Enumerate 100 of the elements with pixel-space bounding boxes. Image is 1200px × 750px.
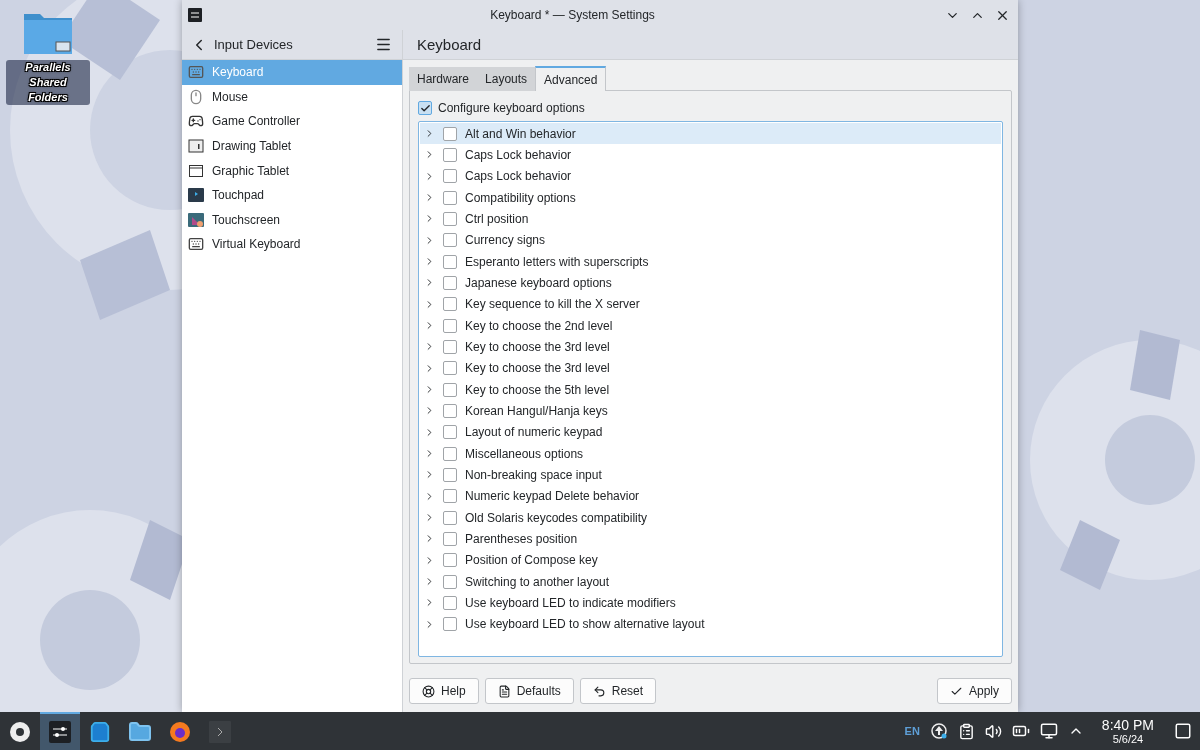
folder-icon[interactable] <box>128 720 152 744</box>
tree-row[interactable]: Use keyboard LED to show alternative layout <box>420 613 1001 635</box>
tree-row[interactable]: Position of Compose key <box>420 549 1001 571</box>
mouse-icon <box>188 88 204 105</box>
checkbox[interactable] <box>443 574 457 589</box>
sidebar-item[interactable]: Graphic Tablet <box>182 158 402 183</box>
option-label: Key to choose the 2nd level <box>465 318 613 333</box>
sidebar-item[interactable]: Mouse <box>182 84 402 110</box>
checkbox[interactable] <box>443 403 457 418</box>
option-label: Miscellaneous options <box>465 446 584 461</box>
tree-row[interactable]: Korean Hangul/Hanja keys <box>420 400 1001 422</box>
option-label: Compatibility options <box>465 190 576 205</box>
checkbox[interactable] <box>443 339 457 354</box>
option-label: Switching to another layout <box>465 574 610 589</box>
tree-row[interactable]: Miscellaneous options <box>420 442 1001 465</box>
tree-row[interactable]: Compatibility options <box>420 187 1001 209</box>
option-label: Use keyboard LED to show alternative layout <box>465 617 705 632</box>
tree-row[interactable]: Parentheses position <box>420 528 1001 550</box>
checkbox[interactable] <box>443 318 457 333</box>
checkbox[interactable] <box>443 361 457 376</box>
checkbox[interactable] <box>443 510 457 525</box>
checkbox[interactable] <box>443 297 457 312</box>
checkbox[interactable] <box>443 233 457 248</box>
sidebar-item[interactable]: Drawing Tablet <box>182 133 402 159</box>
sidebar-item[interactable]: Virtual Keyboard <box>182 232 402 257</box>
checkbox[interactable] <box>443 553 457 568</box>
apply-button[interactable]: Apply <box>936 678 1012 704</box>
checkbox[interactable] <box>443 446 457 461</box>
update-icon[interactable] <box>929 722 948 740</box>
checkbox[interactable] <box>443 126 457 141</box>
checkbox[interactable] <box>418 101 432 115</box>
tree-row[interactable]: Key to choose the 3rd level <box>420 336 1001 358</box>
tree-row[interactable]: Non-breaking space input <box>420 464 1001 486</box>
tree-row[interactable]: Currency signs <box>420 229 1001 251</box>
checkbox[interactable] <box>443 211 457 226</box>
keyboard-icon <box>188 64 204 81</box>
checkbox[interactable] <box>443 148 457 162</box>
option-label: Layout of numeric keypad <box>465 425 603 440</box>
option-label: Japanese keyboard options <box>465 275 612 290</box>
tablet-icon <box>188 138 204 155</box>
tree-row[interactable]: Key to choose the 2nd level <box>420 314 1001 337</box>
option-label: Alt and Win behavior <box>465 126 576 141</box>
option-label: Key sequence to kill the X server <box>465 297 640 312</box>
help-button[interactable]: Help <box>409 678 479 704</box>
tree-row[interactable]: Caps Lock behavior <box>420 165 1001 187</box>
tablet-icon <box>188 162 204 179</box>
undo-icon <box>592 684 606 698</box>
checkbox[interactable] <box>443 467 457 482</box>
sidebar-item[interactable]: Touchscreen <box>182 207 402 233</box>
volume-icon[interactable] <box>984 722 1002 740</box>
network-icon[interactable] <box>1039 722 1058 740</box>
tree-row[interactable]: Esperanto letters with superscripts <box>420 250 1001 273</box>
show-desktop-icon[interactable] <box>1174 722 1192 740</box>
clock[interactable]: 8:40 PM 5/6/24 <box>1101 717 1154 745</box>
checkbox[interactable] <box>443 489 457 504</box>
defaults-button[interactable]: Defaults <box>484 678 574 704</box>
keyboard-layout-indicator[interactable]: EN <box>904 725 920 737</box>
tab[interactable]: Layouts <box>477 67 536 91</box>
tree-row[interactable]: Japanese keyboard options <box>420 272 1001 294</box>
tree-row[interactable]: Key sequence to kill the X server <box>420 293 1001 315</box>
tree-row[interactable]: Alt and Win behavior <box>420 123 1001 145</box>
tab[interactable]: Advanced <box>535 66 607 91</box>
checkbox[interactable] <box>443 382 457 397</box>
help-icon <box>422 684 435 698</box>
option-label: Non-breaking space input <box>465 467 602 482</box>
option-label: Ctrl position <box>465 211 529 226</box>
sliders-icon[interactable] <box>49 721 71 743</box>
option-label: Key to choose the 3rd level <box>465 361 610 376</box>
checkbox[interactable] <box>443 254 457 269</box>
page-title: Keyboard <box>417 36 482 53</box>
sidebar-item[interactable]: Touchpad <box>182 182 402 208</box>
icon-label: Parallels Shared Folders <box>6 60 90 105</box>
checkbox[interactable] <box>443 595 457 610</box>
tree-row[interactable]: Key to choose the 5th level <box>420 378 1001 401</box>
reset-button[interactable]: Reset <box>579 678 657 704</box>
tree-row[interactable]: Layout of numeric keypad <box>420 421 1001 443</box>
tree-row[interactable]: Numeric keypad Delete behavior <box>420 485 1001 507</box>
option-label: Currency signs <box>465 233 546 248</box>
option-label: Use keyboard LED to indicate modifiers <box>465 595 676 610</box>
checkbox[interactable] <box>443 617 457 632</box>
sidebar-item[interactable]: Game Controller <box>182 109 402 134</box>
option-label: Key to choose the 5th level <box>465 382 610 397</box>
tree-row[interactable]: Caps Lock behavior <box>420 144 1001 166</box>
option-label: Caps Lock behavior <box>465 148 572 162</box>
checkbox[interactable] <box>443 425 457 440</box>
task-button[interactable] <box>40 712 80 750</box>
checkbox[interactable] <box>443 169 457 184</box>
clipboard-icon[interactable] <box>957 722 975 740</box>
gear-icon[interactable] <box>8 720 32 744</box>
tree-row[interactable]: Old Solaris keycodes compatibility <box>420 506 1001 529</box>
tree-row[interactable]: Ctrl position <box>420 208 1001 230</box>
tab[interactable]: Hardware <box>409 67 478 91</box>
checkbox[interactable] <box>443 531 457 546</box>
browser-icon[interactable] <box>169 721 191 743</box>
checkbox[interactable] <box>443 275 457 290</box>
tree-row[interactable]: Switching to another layout <box>420 570 1001 593</box>
option-label: Numeric keypad Delete behavior <box>465 489 640 504</box>
tree-row[interactable]: Key to choose the 3rd level <box>420 357 1001 379</box>
tree-row[interactable]: Use keyboard LED to indicate modifiers <box>420 592 1001 614</box>
checkbox[interactable] <box>443 190 457 205</box>
